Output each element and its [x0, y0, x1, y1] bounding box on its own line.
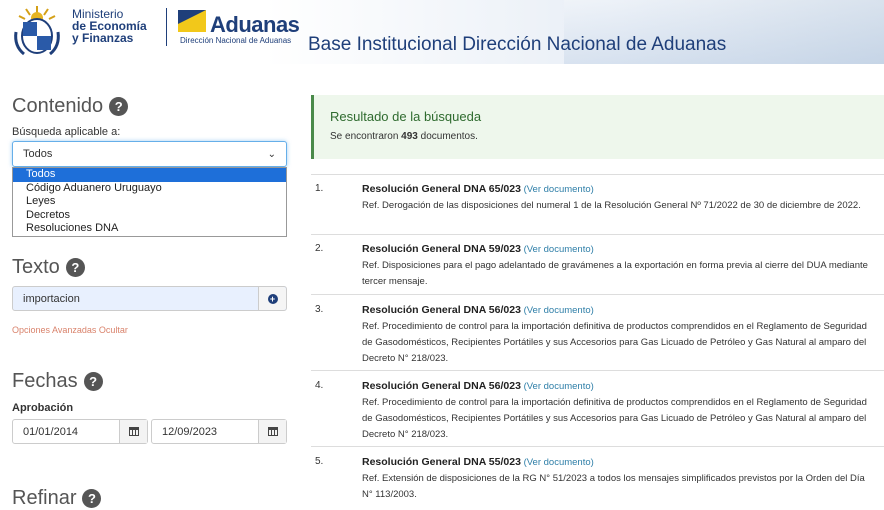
- item-body: Resolución General DNA 56/023 (Ver docum…: [362, 302, 877, 367]
- texto-heading: Texto ?: [12, 256, 85, 279]
- item-body: Resolución General DNA 59/023 (Ver docum…: [362, 241, 877, 290]
- contenido-title: Contenido: [12, 95, 104, 117]
- refinar-heading: Refinar ?: [12, 487, 102, 510]
- count-prefix: Se encontraron: [330, 131, 399, 142]
- header-divider: [166, 8, 167, 46]
- item-title: Resolución General DNA 56/023: [362, 380, 521, 392]
- calendar-icon: [128, 427, 139, 436]
- dropdown-option-decretos[interactable]: Decretos: [13, 209, 286, 223]
- site-title: Base Institucional Dirección Nacional de…: [308, 34, 727, 55]
- item-body: Resolución General DNA 65/023 (Ver docum…: [362, 181, 877, 214]
- date-from-value: 01/01/2014: [23, 425, 79, 438]
- dropdown-option-todos[interactable]: Todos: [13, 168, 286, 182]
- texto-search-input[interactable]: importacion +: [12, 286, 287, 311]
- busqueda-select[interactable]: Todos ⌄: [12, 141, 287, 167]
- calendar-from-button[interactable]: [119, 420, 147, 443]
- calendar-icon: [267, 427, 278, 436]
- advanced-options-link[interactable]: Opciones Avanzadas Ocultar: [12, 325, 128, 335]
- help-icon[interactable]: ?: [83, 372, 103, 391]
- item-title: Resolución General DNA 55/023: [362, 456, 521, 468]
- result-count: Se encontraron 493 documentos.: [330, 131, 478, 142]
- item-number: 3.: [315, 304, 324, 315]
- help-icon[interactable]: ?: [109, 97, 129, 116]
- page-header: Ministerio de Economía y Finanzas Aduana…: [0, 0, 884, 64]
- item-ref: Ref. Extensión de disposiciones de la RG…: [362, 473, 865, 500]
- aduanas-subtitle: Dirección Nacional de Aduanas: [180, 36, 292, 45]
- list-item: 2. Resolución General DNA 59/023 (Ver do…: [311, 234, 884, 294]
- ver-documento-link[interactable]: (Ver documento): [524, 381, 594, 392]
- ver-documento-link[interactable]: (Ver documento): [524, 457, 594, 468]
- select-value: Todos: [23, 148, 53, 160]
- result-title: Resultado de la búsqueda: [330, 109, 482, 124]
- result-summary-box: Resultado de la búsqueda Se encontraron …: [311, 95, 884, 159]
- help-icon[interactable]: ?: [65, 258, 85, 277]
- dropdown-option-resoluciones[interactable]: Resoluciones DNA: [13, 222, 286, 236]
- busqueda-dropdown-list: Todos Código Aduanero Uruguayo Leyes Dec…: [12, 167, 287, 237]
- fechas-heading: Fechas ?: [12, 370, 103, 393]
- item-title: Resolución General DNA 65/023: [362, 183, 521, 195]
- aprobacion-label: Aprobación: [12, 402, 74, 414]
- plus-icon: +: [267, 293, 278, 304]
- calendar-to-button[interactable]: [258, 420, 286, 443]
- list-item: 3. Resolución General DNA 56/023 (Ver do…: [311, 294, 884, 370]
- ver-documento-link[interactable]: (Ver documento): [524, 305, 594, 316]
- texto-input-value: importacion: [23, 292, 80, 305]
- list-item: 1. Resolución General DNA 65/023 (Ver do…: [311, 174, 884, 234]
- item-body: Resolución General DNA 56/023 (Ver docum…: [362, 378, 877, 443]
- help-icon[interactable]: ?: [82, 489, 102, 508]
- aduanas-logo-text[interactable]: Aduanas: [210, 12, 300, 38]
- fechas-title: Fechas: [12, 370, 78, 392]
- ministerio-logo-text[interactable]: Ministerio de Economía y Finanzas: [72, 8, 162, 44]
- add-term-button[interactable]: +: [258, 287, 286, 310]
- date-to-field[interactable]: 12/09/2023: [151, 419, 287, 444]
- item-number: 1.: [315, 183, 324, 194]
- item-body: Resolución General DNA 55/023 (Ver docum…: [362, 454, 877, 503]
- aduanas-logo-icon[interactable]: [178, 10, 206, 32]
- item-ref: Ref. Disposiciones para el pago adelanta…: [362, 260, 868, 287]
- chevron-down-icon: ⌄: [267, 148, 276, 160]
- item-ref: Ref. Procedimiento de control para la im…: [362, 321, 867, 364]
- texto-title: Texto: [12, 256, 60, 278]
- item-ref: Ref. Procedimiento de control para la im…: [362, 397, 867, 440]
- item-ref: Ref. Derogación de las disposiciones del…: [362, 200, 861, 211]
- list-item: 5. Resolución General DNA 55/023 (Ver do…: [311, 446, 884, 500]
- item-title: Resolución General DNA 59/023: [362, 243, 521, 255]
- item-number: 5.: [315, 456, 324, 467]
- contenido-heading: Contenido ?: [12, 95, 129, 118]
- dropdown-option-leyes[interactable]: Leyes: [13, 195, 286, 209]
- ministerio-line3: y Finanzas: [72, 31, 134, 45]
- item-title: Resolución General DNA 56/023: [362, 304, 521, 316]
- ver-documento-link[interactable]: (Ver documento): [524, 244, 594, 255]
- busqueda-label: Búsqueda aplicable a:: [12, 126, 121, 138]
- ver-documento-link[interactable]: (Ver documento): [524, 184, 594, 195]
- count-suffix: documentos.: [420, 131, 478, 142]
- count-number: 493: [401, 131, 418, 142]
- refinar-title: Refinar: [12, 487, 77, 509]
- date-to-value: 12/09/2023: [162, 425, 218, 438]
- coat-of-arms-icon[interactable]: [12, 4, 62, 56]
- list-item: 4. Resolución General DNA 56/023 (Ver do…: [311, 370, 884, 446]
- dropdown-option-codigo-aduanero[interactable]: Código Aduanero Uruguayo: [13, 182, 286, 196]
- item-number: 4.: [315, 380, 324, 391]
- date-from-field[interactable]: 01/01/2014: [12, 419, 148, 444]
- item-number: 2.: [315, 243, 324, 254]
